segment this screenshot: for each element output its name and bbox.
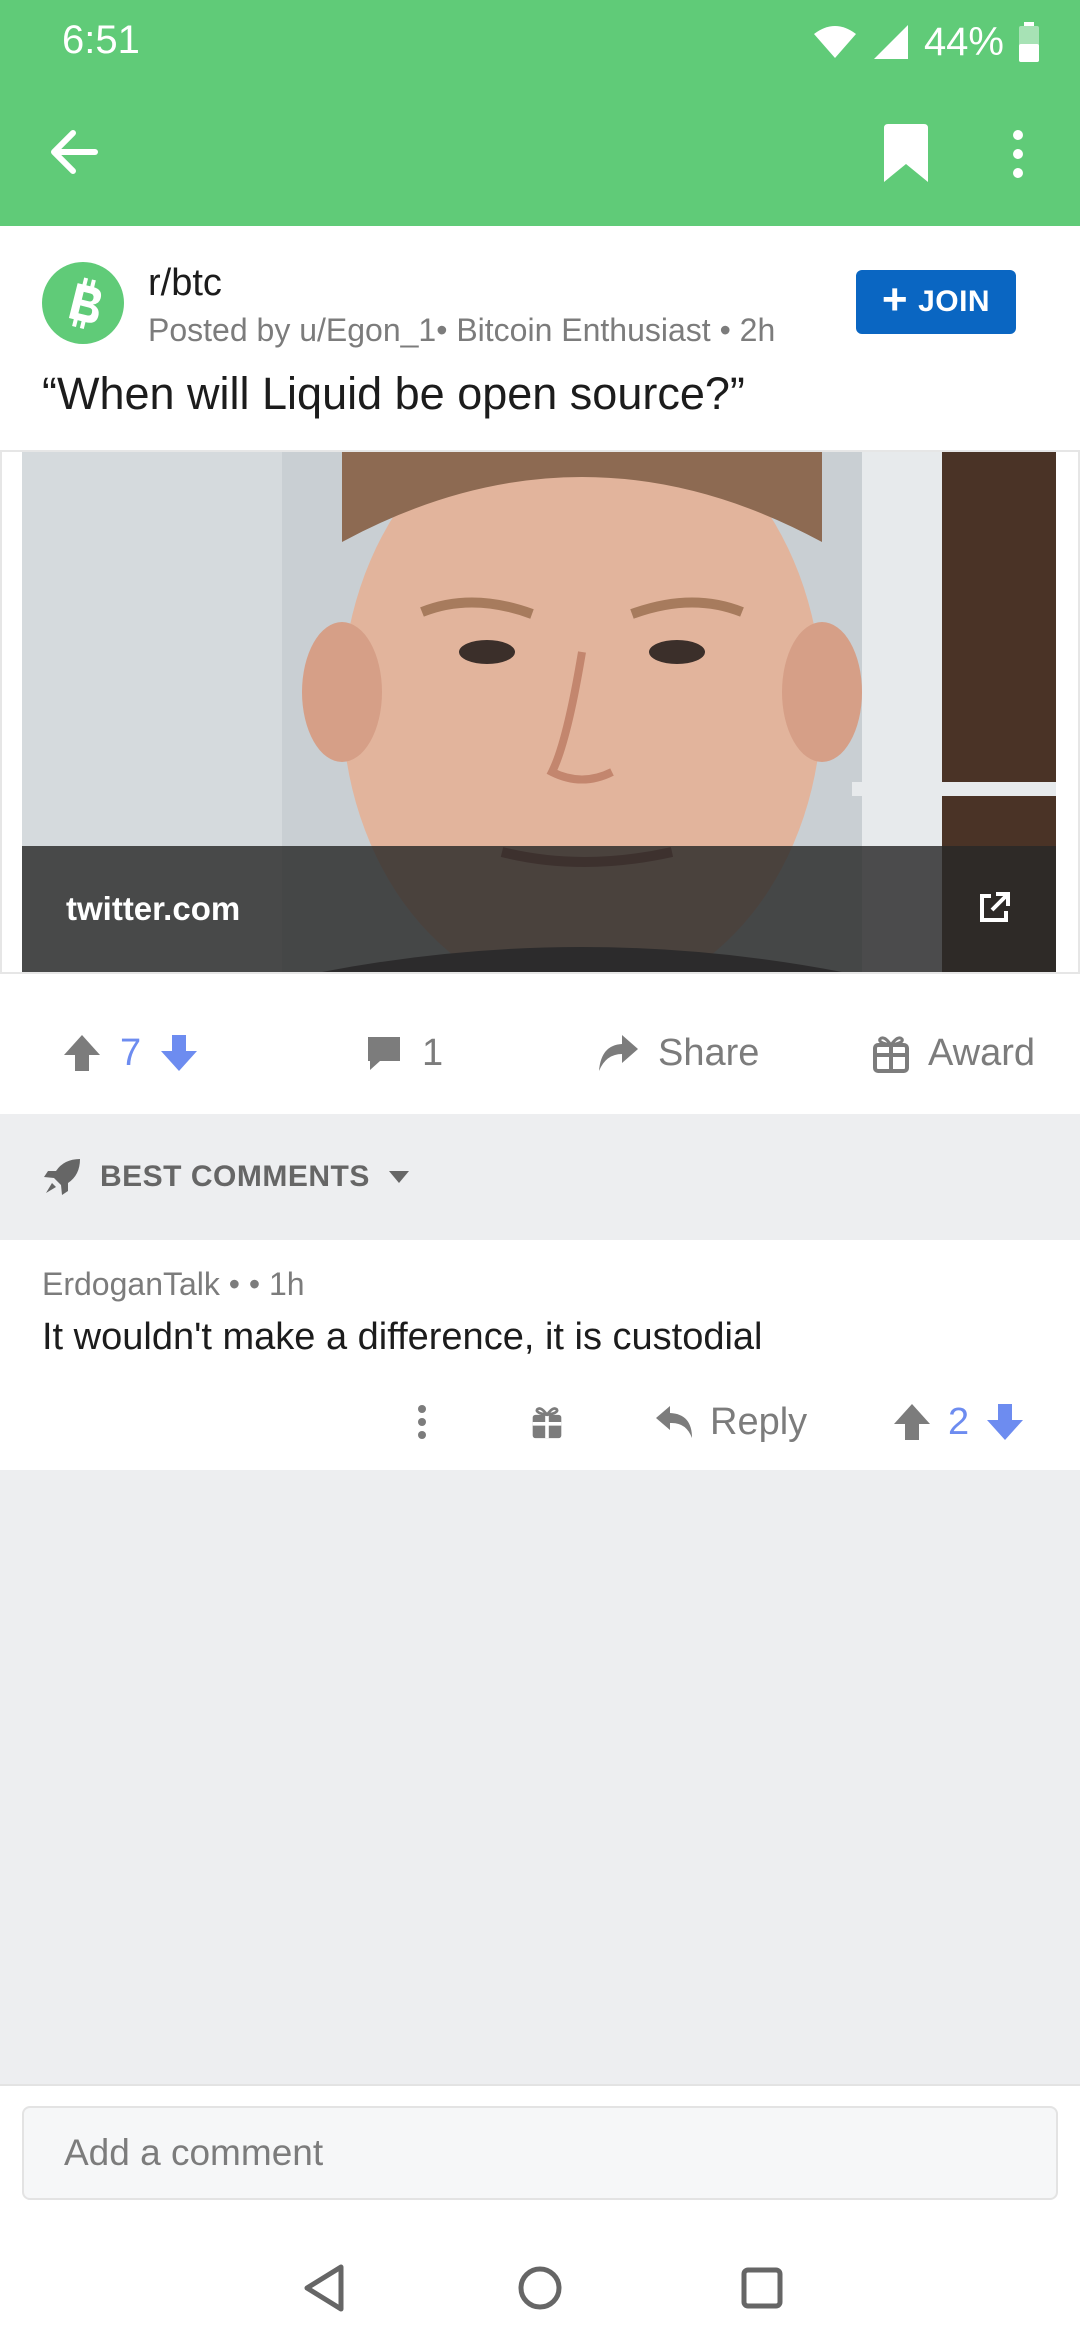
comment-count: 1 [422,1031,444,1074]
upvote-icon[interactable] [62,1033,102,1073]
downvote-icon[interactable] [159,1033,199,1073]
triangle-back-icon [304,2264,344,2312]
link-domain: twitter.com [66,890,241,927]
nav-recents-button[interactable] [730,2256,794,2320]
reply-button[interactable]: Reply [654,1380,807,1464]
comment-item: ErdoganTalk • • 1h It wouldn't make a di… [0,1240,1080,1470]
comment-icon [368,1037,400,1070]
share-icon [599,1035,638,1071]
system-navbar [0,2234,1080,2340]
post-actions: 7 1 Share Award [0,998,1080,1108]
add-comment-input[interactable] [22,2106,1058,2200]
reply-label: Reply [710,1400,808,1443]
circle-home-icon [518,2266,562,2310]
link-preview[interactable]: twitter.com [22,452,1056,972]
bookmark-button[interactable] [878,124,934,184]
app-header: 6:51 44% [0,0,1080,226]
gift-icon [532,1407,562,1439]
more-options-button[interactable] [992,120,1044,188]
gift-icon [873,1036,909,1073]
share-label: Share [658,1031,760,1074]
award-label: Award [928,1031,1036,1074]
comment-actions: Reply 2 [0,1380,1080,1464]
link-domain-bar: twitter.com [22,846,1056,972]
more-vertical-icon [418,1405,426,1439]
join-button[interactable]: + JOIN [856,270,1016,334]
sort-label: BEST COMMENTS [100,1160,370,1193]
comment-meta[interactable]: ErdoganTalk • • 1h [42,1266,305,1303]
post-card: r/btc Posted by u/Egon_1• Bitcoin Enthus… [0,226,1080,1114]
arrow-left-icon [51,130,98,174]
award-button[interactable]: Award [872,998,1035,1108]
share-button[interactable]: Share [596,998,759,1108]
nav-back-button[interactable] [292,2256,356,2320]
upvote-icon[interactable] [892,1402,932,1442]
rocket-icon [44,1159,80,1195]
bookmark-icon [884,124,928,182]
caret-down-icon [388,1171,409,1183]
more-vertical-icon [1013,130,1023,178]
battery-percent: 44% [923,19,1004,64]
post-meta: Posted by u/Egon_1• Bitcoin Enthusiast •… [148,312,776,348]
comment-more-button[interactable] [412,1380,432,1464]
bottom-area [0,2084,1080,2340]
comment-vote-group: 2 [892,1380,1025,1464]
square-recents-icon [741,2267,783,2309]
wifi-icon [813,26,856,58]
bitcoin-icon [68,277,102,329]
comment-body: It wouldn't make a difference, it is cus… [42,1316,763,1358]
reply-icon [656,1406,692,1438]
status-icons: 44% [812,14,1040,70]
comment-award-button[interactable] [530,1380,564,1464]
status-time: 6:51 [62,18,140,62]
signal-icon [873,25,908,59]
post-vote-count: 7 [120,1031,142,1074]
comment-vote-count: 2 [948,1400,970,1443]
nav-home-button[interactable] [508,2256,572,2320]
subreddit-avatar[interactable] [42,262,124,344]
join-label: JOIN [918,285,991,318]
comments-button[interactable]: 1 [364,998,443,1108]
back-button[interactable] [40,118,108,186]
comment-sort-selector[interactable]: BEST COMMENTS [0,1114,1080,1240]
battery-icon [1019,22,1039,62]
plus-icon: + [881,275,909,324]
post-title[interactable]: “When will Liquid be open source?” [42,368,745,420]
subreddit-name[interactable]: r/btc [148,262,222,305]
external-link-icon [980,892,1010,922]
downvote-icon[interactable] [985,1402,1025,1442]
vote-group: 7 [62,998,199,1108]
